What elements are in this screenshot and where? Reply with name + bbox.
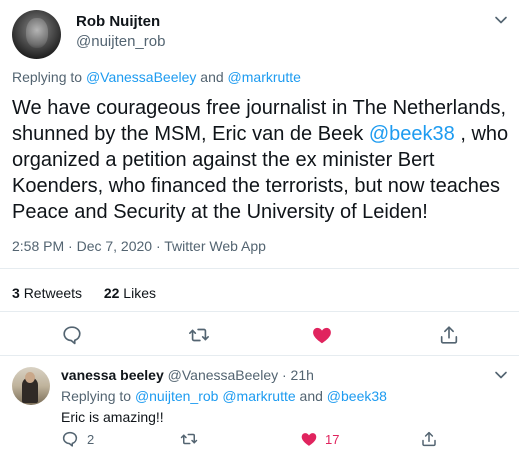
replying-prefix: Replying to xyxy=(61,388,132,404)
heart-icon[interactable] xyxy=(311,324,333,346)
tweet-stats: 3 Retweets 22 Likes xyxy=(12,285,156,301)
replying-user-link[interactable]: @markrutte xyxy=(228,69,301,85)
replying-user-link[interactable]: @VanessaBeeley xyxy=(86,69,196,85)
reply-author-name[interactable]: vanessa beeley xyxy=(61,367,164,383)
chevron-down-icon[interactable] xyxy=(494,13,508,27)
replying-user-link[interactable]: @nuijten_rob @markrutte xyxy=(135,388,296,404)
reply-author-handle[interactable]: @VanessaBeeley · 21h xyxy=(168,367,314,383)
chevron-down-icon[interactable] xyxy=(494,368,508,382)
retweets-count: 3 xyxy=(12,285,20,301)
reply-text: Eric is amazing!! xyxy=(61,409,164,425)
mention-link[interactable]: @beek38 xyxy=(369,123,455,145)
reply-icon[interactable] xyxy=(61,430,79,448)
reply-author-avatar[interactable] xyxy=(12,367,50,405)
likes-count: 22 xyxy=(103,285,120,301)
reply-icon[interactable] xyxy=(61,324,83,346)
reply-replying-to: Replying to @nuijten_rob @markrutte and … xyxy=(61,388,387,404)
tweet-text: We have courageous free journalist in Th… xyxy=(12,95,512,225)
like-count: 17 xyxy=(325,432,340,447)
author-name[interactable]: Rob Nuijten xyxy=(76,13,160,30)
divider xyxy=(0,355,519,356)
replying-and: and xyxy=(200,69,224,85)
likes-stat[interactable]: 22 Likes xyxy=(104,285,156,301)
reply-header: vanessa beeley @VanessaBeeley · 21h xyxy=(61,367,314,383)
share-icon[interactable] xyxy=(420,430,438,448)
replying-and: and xyxy=(299,388,323,404)
author-handle[interactable]: @nuijten_rob xyxy=(76,33,165,50)
retweets-stat[interactable]: 3 Retweets xyxy=(12,285,82,301)
author-avatar[interactable] xyxy=(12,10,61,59)
replying-prefix: Replying to xyxy=(12,69,83,85)
replying-to: Replying to @VanessaBeeley and @markrutt… xyxy=(12,69,301,85)
share-icon[interactable] xyxy=(438,324,460,346)
likes-label: Likes xyxy=(123,285,156,301)
retweet-icon[interactable] xyxy=(188,324,210,346)
tweet-timestamp[interactable]: 2:58 PM · Dec 7, 2020 · Twitter Web App xyxy=(12,238,266,254)
retweets-label: Retweets xyxy=(23,285,83,301)
retweet-icon[interactable] xyxy=(180,430,198,448)
reply-count: 2 xyxy=(87,432,95,447)
divider xyxy=(0,311,519,312)
heart-icon[interactable] xyxy=(300,430,318,448)
divider xyxy=(0,268,519,269)
replying-user-link[interactable]: @beek38 xyxy=(327,388,387,404)
